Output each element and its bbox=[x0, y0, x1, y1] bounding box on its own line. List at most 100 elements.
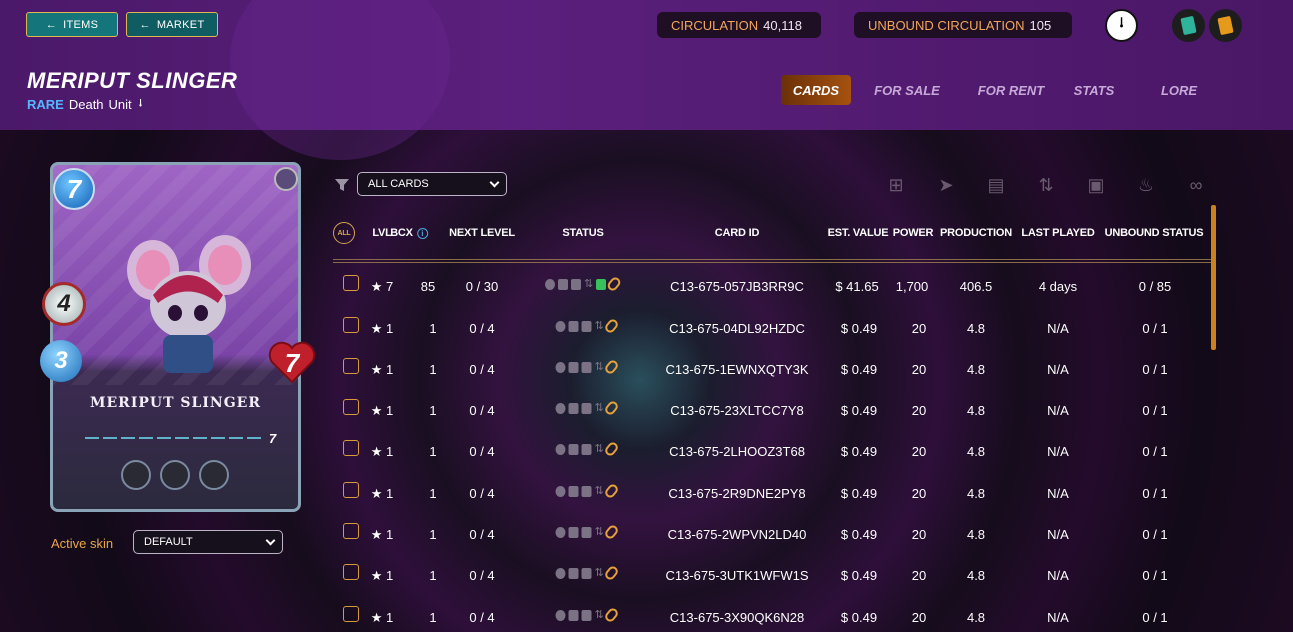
table-row[interactable]: ★ 1 1 0 / 4 ⇅ C13-675-23XLTCC7Y8 $ 0.49 20 4.8 N… bbox=[333, 391, 1211, 431]
lock-icon bbox=[581, 443, 592, 455]
market-icon bbox=[568, 402, 579, 414]
table-row[interactable]: ★ 1 1 0 / 4 ⇅ C13-675-3X90QK6N28 $ 0.49 20 4.8 N… bbox=[333, 598, 1211, 632]
table-row[interactable]: ★ 1 1 0 / 4 ⇅ C13-675-1EWNXQTY3K $ 0.49 20 4.8 N… bbox=[333, 350, 1211, 390]
header-last-played[interactable]: LAST PLAYED bbox=[1021, 227, 1094, 239]
row-checkbox[interactable] bbox=[343, 482, 359, 498]
tab-lore[interactable]: LORE bbox=[1125, 75, 1233, 105]
cell-est-value: $ 41.65 bbox=[835, 279, 879, 294]
cell-card-id[interactable]: C13-675-2R9DNE2PY8 bbox=[668, 486, 805, 501]
cell-est-value: $ 0.49 bbox=[840, 321, 878, 336]
chain-link-icon[interactable] bbox=[605, 275, 623, 293]
tab-stats[interactable]: STATS bbox=[1063, 75, 1125, 105]
cell-unbound-status: 0 / 1 bbox=[1142, 527, 1168, 542]
level-progress-bar bbox=[85, 437, 265, 439]
cell-bcx: 1 bbox=[429, 444, 437, 459]
header-est-value[interactable]: EST. VALUE bbox=[828, 227, 889, 239]
status-icons: ⇅ bbox=[555, 564, 620, 582]
chain-link-icon[interactable] bbox=[603, 358, 620, 376]
chain-link-icon[interactable] bbox=[603, 440, 620, 458]
cell-card-id[interactable]: C13-675-057JB3RR9C bbox=[670, 279, 804, 294]
lock-icon bbox=[581, 402, 592, 414]
row-checkbox[interactable] bbox=[343, 606, 359, 622]
chain-link-icon[interactable] bbox=[603, 606, 620, 624]
row-checkbox[interactable] bbox=[343, 358, 359, 374]
row-checkbox[interactable] bbox=[343, 564, 359, 580]
row-checkbox[interactable] bbox=[343, 399, 359, 415]
header-power[interactable]: POWER bbox=[893, 227, 934, 239]
row-checkbox[interactable] bbox=[343, 523, 359, 539]
lock-icon[interactable]: ▣ bbox=[1085, 174, 1107, 196]
transfer-icon: ⇅ bbox=[594, 442, 604, 455]
orange-cards-icon[interactable] bbox=[1209, 9, 1242, 42]
cell-unbound-status: 0 / 1 bbox=[1142, 568, 1168, 583]
cell-lvl: ★ 1 bbox=[370, 610, 394, 625]
cell-card-id[interactable]: C13-675-2LHOOZ3T68 bbox=[669, 444, 805, 459]
table-row[interactable]: ★ 1 1 0 / 4 ⇅ C13-675-2WPVN2LD40 $ 0.49 20 4.8 N… bbox=[333, 515, 1211, 555]
clock-icon bbox=[555, 443, 566, 455]
ability-icon-2 bbox=[160, 460, 190, 490]
cell-card-id[interactable]: C13-675-2WPVN2LD40 bbox=[668, 527, 807, 542]
market-back-button[interactable]: ← MARKET bbox=[126, 12, 218, 37]
status-icons: ⇅ bbox=[555, 482, 620, 500]
cell-last-played: N/A bbox=[1047, 610, 1069, 625]
header-production[interactable]: PRODUCTION bbox=[940, 227, 1012, 239]
unlink-icon[interactable]: ∞ bbox=[1185, 174, 1207, 196]
splinterlands-logo-icon[interactable]: ᛍ bbox=[1105, 9, 1138, 42]
cell-next-level: 0 / 4 bbox=[469, 403, 495, 418]
table-scrollbar[interactable] bbox=[1211, 205, 1216, 350]
cell-card-id[interactable]: C13-675-3UTK1WFW1S bbox=[665, 568, 808, 583]
transfer-icon: ⇅ bbox=[594, 401, 604, 414]
cell-card-id[interactable]: C13-675-3X90QK6N28 bbox=[670, 610, 804, 625]
header-bcx[interactable]: BCX i bbox=[390, 227, 428, 239]
header-lvl[interactable]: LVL bbox=[372, 227, 392, 239]
cell-next-level: 0 / 4 bbox=[469, 444, 495, 459]
header-next-level[interactable]: NEXT LEVEL bbox=[449, 227, 515, 239]
clock-icon bbox=[555, 567, 566, 579]
tab-for-rent[interactable]: FOR RENT bbox=[959, 75, 1063, 105]
chain-link-icon[interactable] bbox=[603, 317, 620, 335]
status-icons: ⇅ bbox=[545, 275, 623, 293]
chain-link-icon[interactable] bbox=[603, 482, 620, 500]
chain-link-icon[interactable] bbox=[603, 399, 620, 417]
cell-card-id[interactable]: C13-675-04DL92HZDC bbox=[669, 321, 805, 336]
table-row[interactable]: ★ 7 85 0 / 30 ⇅ C13-675-057JB3RR9C $ 41.65 1,7… bbox=[333, 267, 1211, 307]
table-row[interactable]: ★ 1 1 0 / 4 ⇅ C13-675-2R9DNE2PY8 $ 0.49 20 4.8 N… bbox=[333, 474, 1211, 514]
table-row[interactable]: ★ 1 1 0 / 4 ⇅ C13-675-3UTK1WFW1S $ 0.49 20 4.8 N… bbox=[333, 556, 1211, 596]
info-icon[interactable]: i bbox=[416, 228, 428, 239]
chain-link-icon[interactable] bbox=[603, 564, 620, 582]
row-checkbox[interactable] bbox=[343, 440, 359, 456]
card-filter-select[interactable]: ALL CARDS bbox=[357, 172, 507, 196]
cell-bcx: 1 bbox=[429, 610, 437, 625]
header-unbound-status[interactable]: UNBOUND STATUS bbox=[1105, 227, 1204, 239]
cell-card-id[interactable]: C13-675-1EWNXQTY3K bbox=[665, 362, 808, 377]
cell-card-id[interactable]: C13-675-23XLTCC7Y8 bbox=[670, 403, 803, 418]
table-row[interactable]: ★ 1 1 0 / 4 ⇅ C13-675-2LHOOZ3T68 $ 0.49 20 4.8 N… bbox=[333, 432, 1211, 472]
type-label: Unit bbox=[108, 97, 132, 112]
card-level: 7 bbox=[269, 431, 277, 446]
send-icon[interactable]: ➤ bbox=[935, 174, 957, 196]
clock-icon bbox=[545, 278, 555, 290]
card-subtitle: RARE Death Unit ᛍ bbox=[27, 97, 144, 112]
combine-icon[interactable]: ⊞ bbox=[885, 174, 907, 196]
detail-tabs: CARDS FOR SALE FOR RENT STATS LORE bbox=[781, 75, 1233, 105]
tab-cards[interactable]: CARDS bbox=[781, 75, 851, 105]
clock-icon bbox=[555, 526, 566, 538]
green-cards-icon[interactable] bbox=[1172, 9, 1205, 42]
transfer-icon[interactable]: ⇅ bbox=[1035, 174, 1057, 196]
tab-for-sale[interactable]: FOR SALE bbox=[855, 75, 959, 105]
chain-link-icon[interactable] bbox=[603, 523, 620, 541]
arrow-left-icon: ← bbox=[45, 18, 58, 31]
header-card-id[interactable]: CARD ID bbox=[715, 227, 760, 239]
filter-icon[interactable] bbox=[334, 177, 350, 193]
row-checkbox[interactable] bbox=[343, 317, 359, 333]
burn-icon[interactable]: ♨ bbox=[1135, 174, 1157, 196]
lock-icon bbox=[581, 485, 592, 497]
lock-icon bbox=[581, 609, 592, 621]
select-all-button[interactable]: ALL bbox=[333, 222, 355, 244]
skin-select[interactable]: DEFAULT bbox=[133, 530, 283, 554]
table-row[interactable]: ★ 1 1 0 / 4 ⇅ C13-675-04DL92HZDC $ 0.49 20 4.8 N… bbox=[333, 309, 1211, 349]
items-back-button[interactable]: ← ITEMS bbox=[26, 12, 118, 37]
market-stall-icon[interactable]: ▤ bbox=[985, 174, 1007, 196]
cell-est-value: $ 0.49 bbox=[840, 486, 878, 501]
row-checkbox[interactable] bbox=[343, 275, 359, 291]
